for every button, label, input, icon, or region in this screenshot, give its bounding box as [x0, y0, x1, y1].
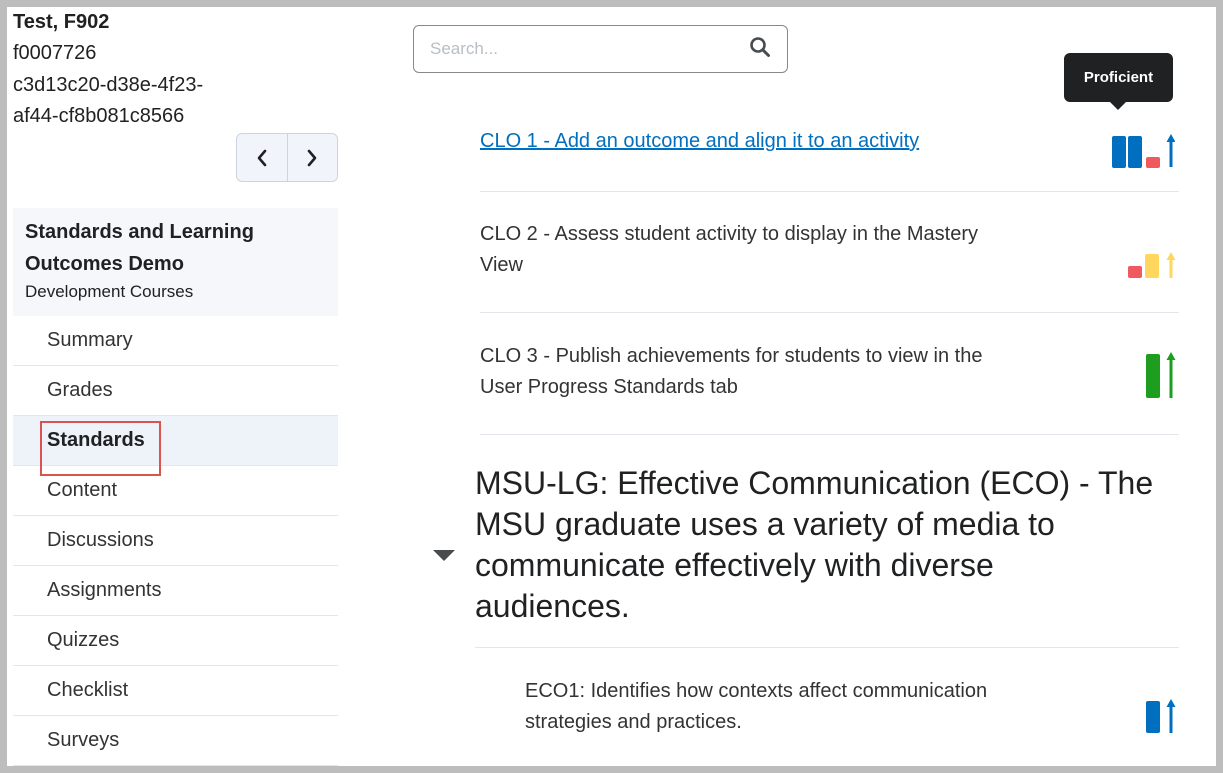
- course-title-line-2: Outcomes Demo: [25, 253, 184, 275]
- course-header: Standards and Learning Outcomes Demo Dev…: [13, 208, 338, 316]
- search-input[interactable]: [430, 39, 749, 59]
- nav-item-checklist[interactable]: Checklist: [13, 666, 338, 716]
- outcome-clo2-line-2: View: [480, 254, 523, 276]
- nav-item-assignments[interactable]: Assignments: [13, 566, 338, 616]
- search-box: [413, 25, 788, 73]
- nav-item-label: Content: [47, 479, 118, 501]
- page-frame: Test, F902 f0007726 c3d13c20-d38e-4f23- …: [7, 7, 1216, 766]
- nav-item-content[interactable]: Content: [13, 466, 338, 516]
- mastery-visualization-clo3[interactable]: [1145, 351, 1177, 399]
- course-title-line-1: Standards and Learning: [25, 221, 254, 243]
- nav-item-summary[interactable]: Summary: [13, 316, 338, 366]
- collapse-caret-icon[interactable]: [433, 550, 455, 561]
- outcome-clo3-line-2: User Progress Standards tab: [480, 376, 738, 398]
- nav-item-label: Discussions: [47, 529, 154, 551]
- user-pager: [236, 133, 338, 182]
- outcome-group-title-line-4: audiences.: [475, 588, 630, 624]
- mastery-visualization-eco1[interactable]: [1145, 698, 1177, 734]
- user-guid-line-1: c3d13c20-d38e-4f23-: [13, 74, 204, 96]
- nav-item-discussions[interactable]: Discussions: [13, 516, 338, 566]
- nav-item-quizzes[interactable]: Quizzes: [13, 616, 338, 666]
- outcome-divider: [480, 434, 1179, 435]
- previous-user-button[interactable]: [237, 134, 287, 181]
- course-nav: Summary Grades Standards Content Discuss…: [13, 316, 338, 766]
- outcome-divider: [475, 647, 1179, 648]
- nav-item-label: Checklist: [47, 679, 129, 701]
- nav-item-label: Surveys: [47, 729, 120, 751]
- outcome-clo3-line-1: CLO 3 - Publish achievements for student…: [480, 345, 983, 367]
- search-button[interactable]: [749, 36, 771, 63]
- course-subtitle: Development Courses: [25, 282, 194, 301]
- nav-item-label: Grades: [47, 379, 113, 401]
- user-org-id: f0007726: [13, 42, 97, 64]
- outcome-divider: [480, 312, 1179, 313]
- mastery-visualization-clo1[interactable]: [1111, 133, 1175, 169]
- outcome-eco1-line-2: strategies and practices.: [525, 711, 742, 733]
- user-guid-line-2: af44-cf8b081c8566: [13, 105, 185, 127]
- nav-item-label: Summary: [47, 329, 133, 351]
- nav-item-label: Standards: [47, 429, 145, 451]
- user-name: Test, F902: [13, 11, 110, 33]
- nav-item-grades[interactable]: Grades: [13, 366, 338, 416]
- mastery-visualization-clo2[interactable]: [1127, 251, 1177, 279]
- outcome-divider: [480, 191, 1179, 192]
- next-user-button[interactable]: [286, 134, 338, 181]
- nav-item-standards[interactable]: Standards: [13, 416, 338, 476]
- outcome-group-title: MSU-LG: Effective Communication (ECO) - …: [475, 463, 1195, 627]
- outcome-group-title-line-3: communicate effectively with diverse: [475, 547, 994, 583]
- outcome-clo1-link[interactable]: CLO 1 - Add an outcome and align it to a…: [480, 126, 919, 157]
- nav-item-label: Assignments: [47, 579, 162, 601]
- outcome-group-title-line-2: MSU graduate uses a variety of media to: [475, 506, 1055, 542]
- proficiency-tooltip: Proficient: [1064, 53, 1173, 110]
- chevron-left-icon: [257, 149, 267, 166]
- outcome-group-title-line-1: MSU-LG: Effective Communication (ECO) - …: [475, 465, 1154, 501]
- chevron-right-icon: [307, 149, 317, 166]
- nav-item-label: Quizzes: [47, 629, 120, 651]
- outcome-clo2-line-1: CLO 2 - Assess student activity to displ…: [480, 223, 978, 245]
- outcome-eco1-line-1: ECO1: Identifies how contexts affect com…: [525, 680, 988, 702]
- search-icon: [750, 36, 770, 57]
- nav-item-surveys[interactable]: Surveys: [13, 716, 338, 766]
